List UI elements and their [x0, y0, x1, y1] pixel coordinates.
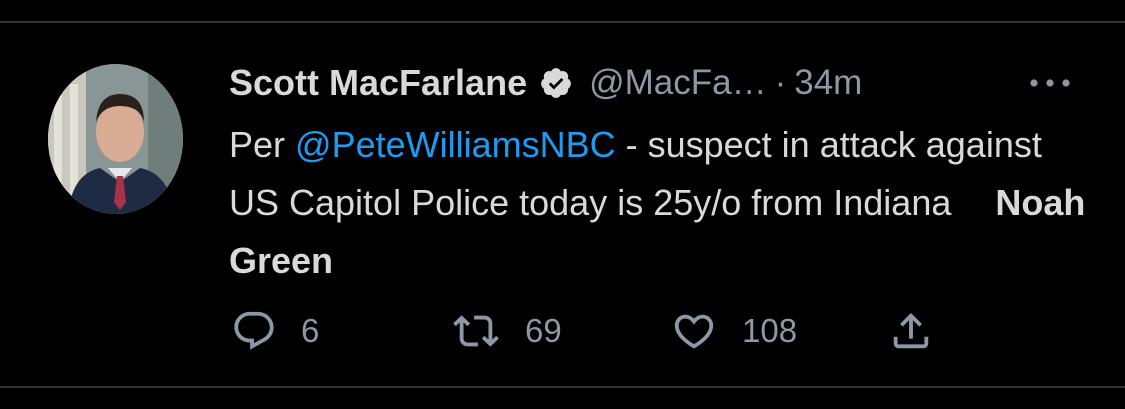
reply-icon [234, 311, 274, 350]
share-button[interactable] [888, 309, 934, 353]
separator-dot: · [774, 63, 787, 102]
like-count: 108 [742, 312, 798, 349]
retweet-icon [453, 315, 499, 347]
verified-icon [539, 66, 573, 100]
bottom-divider [0, 386, 1125, 409]
tweet-text: Per @PeteWilliamsNBC - suspect in attack… [229, 116, 1089, 290]
timestamp[interactable]: 34m [794, 63, 862, 103]
avatar-image [48, 64, 183, 214]
tweet-header: Scott MacFarlane @MacFa… · 34m [229, 58, 862, 108]
tweet-prefix: Per [229, 124, 296, 165]
more-icon[interactable] [1027, 68, 1073, 98]
reply-button[interactable]: 6 [231, 309, 319, 353]
author-handle[interactable]: @MacFa… [589, 63, 767, 103]
like-icon [674, 314, 714, 349]
retweet-count: 69 [525, 312, 562, 349]
retweet-button[interactable]: 69 [451, 309, 562, 353]
reply-count: 6 [301, 312, 320, 349]
mention-link[interactable]: @PeteWilliamsNBC [295, 124, 616, 165]
share-icon [893, 312, 929, 349]
like-button[interactable]: 108 [670, 309, 797, 353]
avatar[interactable] [48, 64, 183, 214]
top-divider [0, 0, 1125, 23]
author-name[interactable]: Scott MacFarlane [229, 62, 527, 104]
